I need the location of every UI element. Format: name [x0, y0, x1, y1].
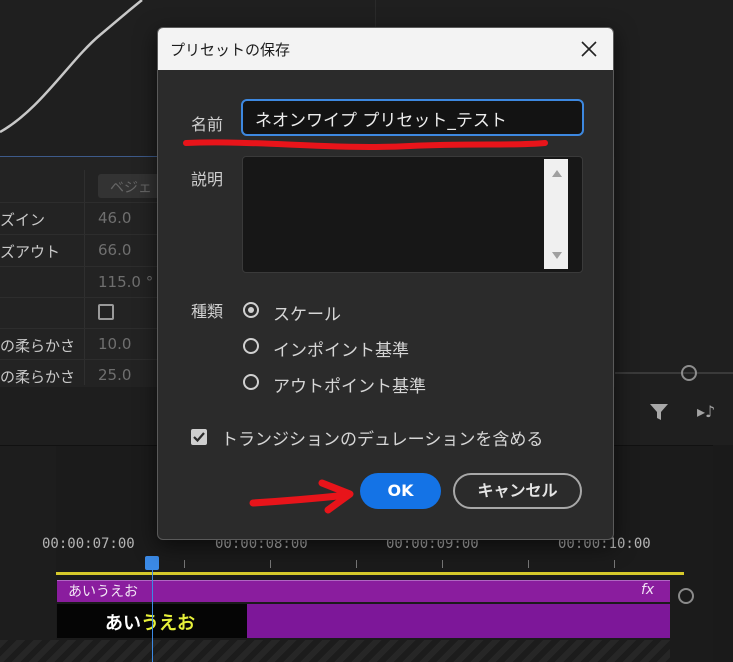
thumbnail-text-yellow: うえお [141, 613, 195, 634]
ruler-tick [528, 560, 529, 568]
name-label: 名前 [191, 115, 224, 134]
clip-label: あいうえお [68, 584, 138, 600]
bezier-curve [0, 0, 143, 134]
property-name: ズイン [0, 211, 46, 229]
property-row[interactable]: ズアウト 66.0 [0, 234, 170, 265]
radio-out-point-label[interactable]: アウトポイント基準 [273, 372, 426, 397]
include-durations-label[interactable]: トランジションのデュレーションを含める [221, 425, 543, 450]
empty-track-area [0, 640, 670, 662]
screen: ベジェ ズイン 46.0 ズアウト 66.0 115.0 ° の柔らかさ 10.… [0, 0, 733, 662]
property-name: の柔らかさ [0, 368, 76, 386]
right-panel [615, 0, 733, 445]
track-headers [0, 446, 56, 662]
dialog-title: プリセットの保存 [170, 41, 291, 59]
radio-out-point[interactable] [243, 374, 259, 390]
ruler-tick [184, 560, 185, 568]
panel-scrollbar[interactable] [615, 372, 733, 374]
property-name: ズアウト [0, 243, 61, 261]
scroll-up-arrow-icon[interactable] [552, 170, 562, 177]
ruler-tick [614, 560, 615, 568]
property-value[interactable]: 25.0 [98, 366, 131, 384]
description-label: 説明 [191, 170, 224, 189]
property-checkbox[interactable] [98, 304, 114, 320]
dialog-titlebar[interactable]: プリセットの保存 [158, 28, 613, 70]
checkmark-icon [193, 432, 205, 443]
playhead-line [152, 568, 153, 662]
preset-name-input[interactable]: ネオンワイプ プリセット_テスト [241, 99, 584, 136]
property-row[interactable] [0, 297, 170, 328]
ruler-tick [356, 560, 357, 568]
property-row[interactable]: の柔らかさ 25.0 [0, 359, 170, 390]
ruler-tick [442, 560, 443, 568]
property-value[interactable]: 10.0 [98, 335, 131, 353]
ruler-tick [270, 560, 271, 568]
property-row[interactable]: 115.0 ° [0, 266, 170, 297]
include-durations-checkbox[interactable] [191, 429, 207, 445]
save-preset-dialog: プリセットの保存 名前 ネオンワイプ プリセット_テスト 説明 種類 スケール … [157, 27, 614, 540]
property-value[interactable]: 115.0 ° [98, 273, 153, 291]
fx-badge: fx [641, 582, 655, 598]
property-value[interactable]: 46.0 [98, 209, 131, 227]
work-area-bar[interactable] [56, 572, 684, 575]
radio-in-point[interactable] [243, 338, 259, 354]
music-note-icon[interactable]: ▸♪ [697, 402, 721, 422]
radio-in-point-label[interactable]: インポイント基準 [273, 336, 409, 361]
timecode-label: 00:00:07:00 [42, 536, 135, 552]
cancel-button[interactable]: キャンセル [453, 473, 582, 509]
description-textarea[interactable] [242, 156, 583, 273]
type-label: 種類 [191, 302, 224, 321]
property-value[interactable]: 66.0 [98, 241, 131, 259]
close-icon[interactable] [578, 38, 600, 60]
property-row[interactable]: ズイン 46.0 [0, 202, 170, 233]
radio-scale-label[interactable]: スケール [273, 300, 341, 325]
title-clip[interactable] [57, 580, 670, 602]
radio-scale[interactable] [243, 302, 259, 318]
scroll-down-arrow-icon[interactable] [552, 252, 562, 259]
thumbnail-text: あいうえお [105, 609, 195, 635]
scroll-knob[interactable] [681, 365, 697, 381]
filter-icon[interactable] [649, 402, 669, 422]
timeline-scroll-knob[interactable] [678, 588, 694, 604]
timeline-scroll-area [713, 445, 733, 662]
thumbnail-text-white: あい [105, 613, 141, 634]
ok-button[interactable]: OK [360, 473, 441, 509]
property-row[interactable]: の柔らかさ 10.0 [0, 328, 170, 359]
property-name: の柔らかさ [0, 337, 76, 355]
